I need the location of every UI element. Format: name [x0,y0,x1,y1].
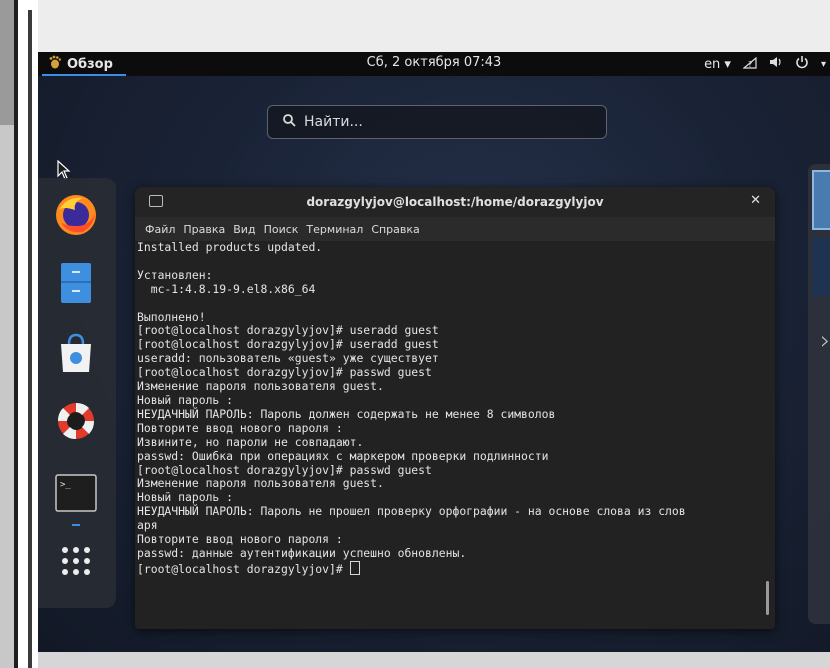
power-icon[interactable] [795,55,809,73]
svg-text:?: ? [748,60,752,69]
terminal-line: passwd: Ошибка при операциях с маркером … [137,448,549,463]
search-placeholder: Найти... [304,114,363,130]
terminal-title: dorazgylyjov@localhost:/home/dorazgylyjo… [306,195,604,209]
running-indicator [72,524,80,526]
app-grid-icon[interactable] [51,536,101,586]
terminal-line: Installed products updated. [137,240,323,254]
terminal-line: [root@localhost dorazgylyjov]# useradd g… [137,323,439,338]
chevron-down-icon[interactable]: ▾ [821,59,826,70]
language-selector[interactable]: en ▾ [704,57,731,72]
terminal-line: [root@localhost dorazgylyjov]# passwd gu… [137,462,432,477]
workspace-thumbnail-active[interactable] [812,170,830,230]
terminal-line: аря [137,518,158,533]
terminal-line: [root@localhost dorazgylyjov]# useradd g… [137,337,439,352]
gnome-desktop: Обзор Сб, 2 октября 07:43 en ▾ ? ▾ Найти… [38,52,830,652]
menu-view[interactable]: Вид [233,223,255,236]
volume-icon[interactable] [769,56,783,72]
top-bar: Обзор Сб, 2 октября 07:43 en ▾ ? ▾ [38,52,830,76]
dash: >_ [38,178,116,608]
menu-search[interactable]: Поиск [264,223,299,236]
terminal-line: [root@localhost dorazgylyjov]# passwd gu… [137,365,432,380]
terminal-window[interactable]: dorazgylyjov@localhost:/home/dorazgylyjo… [135,187,775,629]
chevron-right-icon[interactable]: › [820,326,830,356]
menu-edit[interactable]: Правка [183,223,225,236]
close-icon[interactable]: ✕ [750,193,761,208]
search-icon [282,113,296,131]
terminal-line: Выполнено! [137,309,206,324]
vm-frame-line [14,0,18,668]
activities-underline [42,74,126,76]
terminal-titlebar[interactable]: dorazgylyjov@localhost:/home/dorazgylyjo… [135,187,775,217]
terminal-prompt-line: [root@localhost dorazgylyjov]# [137,560,686,577]
terminal-line: Извините, но пароли не совпадают. [137,434,364,449]
vm-frame-panel [0,125,14,668]
help-icon[interactable] [51,396,101,446]
terminal-scrollbar[interactable] [766,581,769,615]
terminal-line: passwd: данные аутентификации успешно об… [137,545,467,560]
terminal-line: useradd: пользователь «guest» уже сущест… [137,351,439,366]
software-icon[interactable] [51,328,101,378]
terminal-line: Повторите ввод нового пароля : [137,420,343,435]
terminal-line: Новый пароль : [137,392,234,407]
firefox-icon[interactable] [51,190,101,240]
svg-text:>_: >_ [60,480,71,490]
vm-window-border [0,0,38,668]
terminal-line: Повторите ввод нового пароля : [137,532,343,547]
menu-terminal[interactable]: Терминал [306,223,363,236]
network-icon[interactable]: ? [742,56,757,72]
terminal-line: Изменение пароля пользователя guest. [137,379,384,394]
menu-file[interactable]: Файл [145,223,175,236]
files-icon[interactable] [51,258,101,308]
terminal-text: Installed products updated. Установлен: … [135,240,686,577]
terminal-line: Установлен: [137,267,213,282]
terminal-line: НЕУДАЧНЫЙ ПАРОЛЬ: Пароль не прошел прове… [137,504,686,519]
search-input[interactable]: Найти... [267,105,607,139]
terminal-prompt: [root@localhost dorazgylyjov]# [137,561,350,576]
vm-frame-line-inner [28,10,32,668]
terminal-menubar: Файл Правка Вид Поиск Терминал Справка [135,219,775,239]
text-cursor [349,560,360,575]
vm-scroll-track [0,0,14,125]
menu-help[interactable]: Справка [371,223,419,236]
terminal-line: НЕУДАЧНЫЙ ПАРОЛЬ: Пароль должен содержат… [137,406,556,421]
workspace-thumbnail[interactable] [812,238,830,296]
system-tray[interactable]: en ▾ ? ▾ [704,55,826,73]
workspace-switcher[interactable]: › [808,164,830,624]
terminal-line: Изменение пароля пользователя guest. [137,476,384,491]
terminal-line: mc-1:4.8.19-9.el8.x86_64 [137,281,316,296]
vm-bottom-bar [38,652,830,668]
terminal-output[interactable]: Installed products updated. Установлен: … [135,240,775,629]
terminal-icon[interactable]: >_ [51,468,101,518]
